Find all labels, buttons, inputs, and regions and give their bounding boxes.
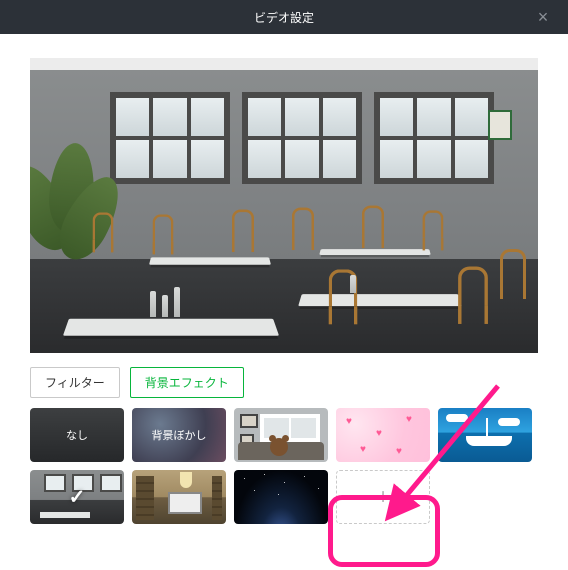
effect-tabs: フィルター 背景エフェクト [30, 367, 538, 398]
dialog-title: ビデオ設定 [254, 9, 314, 26]
titlebar: ビデオ設定 × [0, 0, 568, 34]
close-icon: × [538, 7, 549, 28]
bg-option-beach[interactable] [438, 408, 532, 462]
bg-option-cafe[interactable]: ✓ [30, 470, 124, 524]
bg-option-space[interactable] [234, 470, 328, 524]
check-icon: ✓ [69, 485, 86, 510]
plus-icon: + [377, 484, 390, 510]
bg-option-pink-hearts[interactable]: ♥ ♥ ♥ ♥ ♥ [336, 408, 430, 462]
bg-option-blur[interactable]: 背景ぼかし [132, 408, 226, 462]
bg-option-add-custom[interactable]: + [336, 470, 430, 524]
video-preview [30, 58, 538, 353]
content: フィルター 背景エフェクト なし 背景ぼかし ♥ ♥ ♥ ♥ ♥ [0, 34, 568, 542]
tab-background-effect[interactable]: 背景エフェクト [130, 367, 244, 398]
bg-option-none[interactable]: なし [30, 408, 124, 462]
background-grid: なし 背景ぼかし ♥ ♥ ♥ ♥ ♥ ✓ [30, 408, 538, 524]
bg-option-blur-label: 背景ぼかし [152, 427, 207, 443]
close-button[interactable]: × [528, 0, 558, 34]
bg-option-none-label: なし [66, 427, 88, 443]
bg-option-office[interactable] [132, 470, 226, 524]
bg-option-living-room[interactable] [234, 408, 328, 462]
tab-filter[interactable]: フィルター [30, 367, 120, 398]
